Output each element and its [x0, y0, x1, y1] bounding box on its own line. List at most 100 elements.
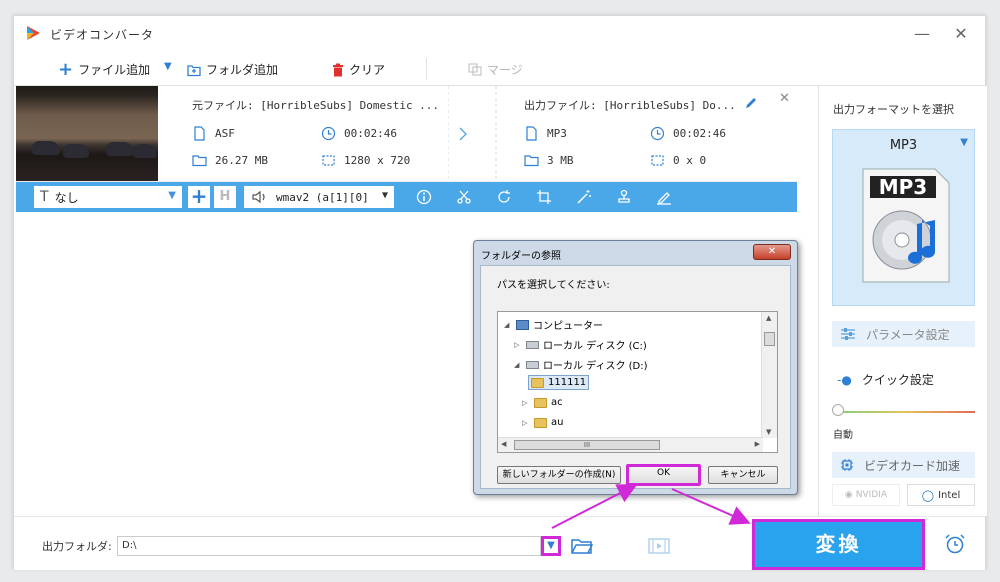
audio-track-select[interactable]: wmav2 (a[1][0] ▼: [244, 186, 394, 208]
add-folder-icon: [187, 64, 201, 76]
subtitle-select[interactable]: T なし ▼: [34, 186, 182, 208]
add-file-button[interactable]: + ファイル追加: [58, 60, 151, 78]
quick-settings: -● クイック設定: [837, 371, 934, 388]
tree-item-ac[interactable]: ▷ ac: [522, 397, 563, 408]
chevron-down-icon: ▼: [547, 540, 555, 551]
merge-button[interactable]: マージ: [468, 61, 523, 78]
collapsed-triangle-icon: ▷: [514, 340, 520, 349]
add-file-label: ファイル追加: [78, 63, 151, 77]
open-folder-icon[interactable]: [571, 537, 593, 555]
scroll-up-icon[interactable]: ▲: [766, 314, 771, 322]
crop-icon[interactable]: [536, 189, 552, 205]
new-folder-button[interactable]: 新しいフォルダーの作成(N): [497, 466, 621, 484]
output-format-value: MP3: [547, 127, 567, 140]
chevron-down-icon: ▼: [960, 137, 968, 148]
folder-icon: [524, 155, 539, 167]
text-icon: T: [40, 189, 49, 205]
tree-item-label: au: [551, 417, 564, 428]
title-bar: ビデオコンバータ — ✕: [14, 16, 985, 52]
nvidia-option[interactable]: ◉ NVIDIA: [832, 484, 900, 506]
output-folder-dropdown-button[interactable]: ▼: [541, 536, 561, 556]
cancel-button[interactable]: キャンセル: [708, 466, 778, 484]
mp3-format-icon: MP3: [862, 168, 950, 283]
resolution-icon: [322, 155, 335, 166]
subtitle-edit-icon[interactable]: [656, 189, 672, 205]
speaker-icon: [252, 190, 265, 204]
add-folder-label: フォルダ追加: [206, 63, 279, 77]
tree-item-label: ローカル ディスク (D:): [543, 361, 648, 372]
intel-option[interactable]: ◯ Intel: [907, 484, 975, 506]
output-size-value: 3 MB: [547, 154, 574, 167]
resolution-icon: [651, 155, 664, 166]
tree-item-111111[interactable]: 111111: [528, 375, 590, 390]
edit-pen-icon[interactable]: [744, 96, 758, 110]
parameter-settings-button[interactable]: パラメータ設定: [832, 321, 975, 347]
format-name: MP3: [889, 138, 918, 153]
app-logo-icon: [27, 26, 40, 40]
expanded-triangle-icon: ◢: [504, 320, 510, 329]
folder-browse-dialog: フォルダーの参照 ✕ パスを選択してください: ◢ コンピューター ▷ ローカル…: [473, 240, 798, 495]
alarm-clock-icon[interactable]: [944, 533, 966, 555]
ok-button[interactable]: OK: [626, 464, 701, 486]
output-duration: 00:02:46: [650, 126, 726, 141]
folder-icon: [534, 397, 547, 408]
scroll-right-icon[interactable]: ▶: [755, 440, 760, 448]
source-duration: 00:02:46: [321, 126, 397, 141]
clear-button[interactable]: クリア: [332, 61, 385, 78]
add-file-dropdown-icon[interactable]: ▼: [164, 61, 172, 72]
chevron-down-icon: ▼: [168, 190, 176, 201]
source-format: ASF: [192, 126, 235, 141]
output-format-panel: 出力フォーマットを選択 MP3 ▼ MP3 パラメータ設定 -● クイック設定 …: [818, 86, 987, 516]
add-folder-button[interactable]: フォルダ追加: [187, 61, 278, 78]
source-file-label: 元ファイル: [HorribleSubs] Domestic ...: [192, 99, 440, 112]
parameter-settings-label: パラメータ設定: [866, 327, 950, 342]
video-thumbnail[interactable]: [16, 86, 158, 181]
tree-item-au[interactable]: ▷ au: [522, 417, 563, 428]
scroll-down-icon[interactable]: ▼: [766, 428, 771, 436]
vertical-scrollbar[interactable]: ▲ ▼: [761, 312, 777, 438]
quality-slider-handle[interactable]: [832, 404, 844, 416]
output-folder-input[interactable]: D:\: [117, 536, 541, 556]
hard-subtitle-button[interactable]: H: [214, 186, 236, 208]
scrollbar-thumb[interactable]: [764, 332, 775, 346]
remove-item-icon[interactable]: ✕: [779, 91, 790, 106]
watermark-stamp-icon[interactable]: [616, 189, 632, 205]
clock-icon: [650, 126, 665, 141]
folder-icon: [534, 417, 547, 428]
merge-label: マージ: [487, 63, 523, 77]
scroll-left-icon[interactable]: ◀: [501, 440, 506, 448]
format-selector[interactable]: MP3 ▼ MP3: [832, 129, 975, 306]
close-button[interactable]: ✕: [951, 24, 971, 44]
dialog-body: パスを選択してください: ◢ コンピューター ▷ ローカル ディスク (C:) …: [480, 265, 791, 489]
toolbar: + ファイル追加 ▼ フォルダ追加 クリア マージ: [14, 52, 985, 86]
gpu-acceleration-button[interactable]: ビデオカード加速: [832, 452, 975, 478]
add-subtitle-button[interactable]: +: [188, 186, 210, 208]
minimize-button[interactable]: —: [912, 24, 932, 44]
convert-direction-icon: [448, 86, 497, 181]
scissors-icon[interactable]: [456, 189, 472, 205]
scrollbar-thumb[interactable]: III: [514, 440, 660, 450]
dialog-prompt: パスを選択してください:: [497, 280, 610, 291]
info-icon[interactable]: [416, 189, 432, 205]
convert-button[interactable]: 変換: [752, 519, 925, 570]
edit-bar: T なし ▼ + H wmav2 (a[1][0] ▼: [16, 182, 797, 212]
folder-tree[interactable]: ◢ コンピューター ▷ ローカル ディスク (C:) ◢ ローカル ディスク (…: [497, 311, 778, 453]
quick-settings-label: クイック設定: [861, 373, 934, 387]
auto-label: 自動: [833, 430, 853, 441]
effects-wand-icon[interactable]: [576, 189, 592, 205]
file-icon: [526, 126, 537, 141]
horizontal-scrollbar[interactable]: ◀ III ▶: [498, 437, 763, 452]
rotate-icon[interactable]: [496, 189, 512, 205]
file-item[interactable]: 元ファイル: [HorribleSubs] Domestic ... ASF 0…: [16, 86, 797, 182]
preview-video-icon[interactable]: [648, 537, 670, 555]
expanded-triangle-icon: ◢: [514, 360, 520, 369]
dialog-close-button[interactable]: ✕: [753, 244, 791, 260]
chevron-down-icon: ▼: [381, 190, 388, 201]
tree-item-disk-c[interactable]: ▷ ローカル ディスク (C:): [514, 337, 647, 352]
tree-item-disk-d[interactable]: ◢ ローカル ディスク (D:): [514, 357, 648, 372]
intel-label: Intel: [938, 489, 961, 501]
source-resolution: 1280 x 720: [321, 153, 410, 168]
dialog-title: フォルダーの参照: [481, 251, 561, 262]
tree-item-computer[interactable]: ◢ コンピューター: [504, 317, 603, 332]
quality-slider-track[interactable]: [835, 411, 975, 413]
